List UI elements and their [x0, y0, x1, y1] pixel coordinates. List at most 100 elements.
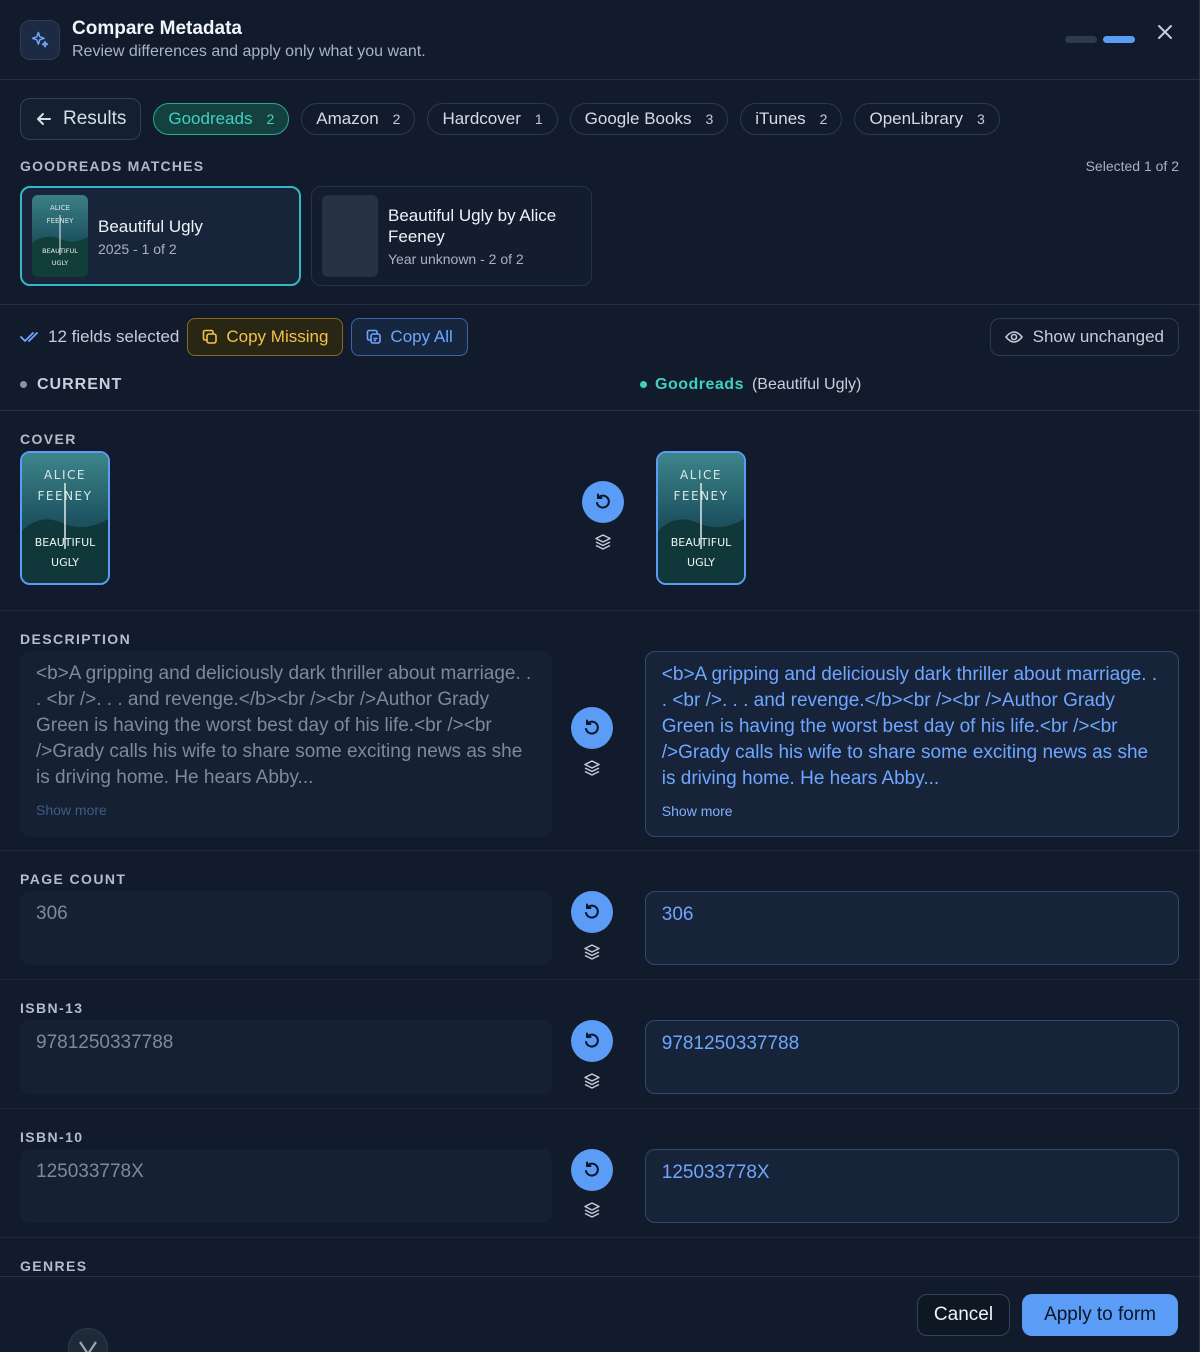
- match-title: Beautiful Ugly by Alice Feeney: [388, 206, 557, 246]
- source-name: Goodreads: [655, 375, 744, 393]
- fields-selected-text: 12 fields selected: [48, 327, 180, 346]
- copy-all-button[interactable]: Copy All: [351, 318, 468, 356]
- svg-text:BEAUTIFUL: BEAUTIFUL: [35, 536, 96, 549]
- tab-openlibrary[interactable]: OpenLibrary 3: [854, 103, 1000, 135]
- current-isbn-10: 125033778X: [20, 1149, 553, 1223]
- svg-text:UGLY: UGLY: [51, 556, 79, 569]
- arrow-left-icon: [37, 113, 51, 125]
- dialog-subtitle: Review differences and apply only what y…: [72, 43, 426, 60]
- match-meta: Year unknown - 2 of 2: [388, 251, 524, 267]
- tab-count: 3: [977, 111, 985, 127]
- layers-icon[interactable]: [583, 1201, 601, 1219]
- close-icon[interactable]: [1153, 20, 1177, 44]
- actions-toolbar: 12 fields selected Copy Missing Copy All…: [0, 305, 1199, 369]
- tab-itunes[interactable]: iTunes 2: [740, 103, 843, 135]
- current-page-count: 306: [20, 891, 553, 965]
- field-label: DESCRIPTION: [20, 631, 132, 647]
- page-count-actions: [556, 891, 629, 961]
- isbn-10-actions: [556, 1149, 629, 1219]
- new-page-count[interactable]: 306: [644, 891, 1179, 965]
- tab-label: iTunes: [755, 109, 806, 128]
- field-page-count: PAGE COUNT 306 306: [0, 851, 1199, 980]
- tab-hardcover[interactable]: Hardcover 1: [427, 103, 558, 135]
- eye-icon: [1004, 331, 1023, 343]
- layers-icon[interactable]: [583, 1072, 601, 1090]
- revert-isbn-13-button[interactable]: [571, 1020, 614, 1062]
- new-cover-column: ALICE FEENEY BEAUTIFUL UGLY: [656, 451, 746, 585]
- dialog-footer: Cancel Apply to form: [0, 1276, 1199, 1352]
- tab-count: 2: [392, 111, 401, 127]
- show-more-link[interactable]: Show more: [662, 798, 733, 824]
- tab-count: 3: [705, 111, 714, 127]
- new-description[interactable]: <b>A gripping and deliciously dark thril…: [644, 651, 1179, 837]
- svg-text:UGLY: UGLY: [52, 259, 69, 267]
- current-column-header: CURRENT: [20, 376, 640, 394]
- undo-icon: [585, 1032, 600, 1048]
- undo-icon: [585, 903, 600, 919]
- new-cover-image[interactable]: ALICE FEENEY BEAUTIFUL UGLY: [656, 451, 746, 585]
- tab-google-books[interactable]: Google Books 3: [569, 103, 729, 135]
- match-title: Beautiful Ugly: [98, 216, 203, 236]
- undo-icon: [585, 719, 600, 735]
- fields-selected-indicator: 12 fields selected: [20, 327, 179, 347]
- tab-label: Hardcover: [442, 109, 521, 128]
- matches-heading: GOODREADS MATCHES: [20, 158, 205, 174]
- field-isbn-13: ISBN-13 9781250337788 9781250337788: [0, 980, 1199, 1109]
- field-label: GENRES: [20, 1258, 88, 1274]
- revert-cover-button[interactable]: [582, 481, 624, 523]
- tab-count: 1: [534, 111, 543, 127]
- source-book: (Beautiful Ugly): [751, 375, 862, 393]
- field-cover: COVER ALICE FEENEY BEAUTIFUL UGLY ALICE …: [0, 411, 1199, 611]
- source-tabs: Results Goodreads 2 Amazon 2 Hardcover 1…: [0, 80, 1199, 140]
- compare-metadata-dialog: Compare Metadata Review differences and …: [0, 0, 1200, 1352]
- status-dot: [20, 381, 27, 388]
- new-isbn-13[interactable]: 9781250337788: [644, 1020, 1179, 1094]
- match-list: ALICE FEENEY BEAUTIFUL UGLY Beautiful Ug…: [0, 186, 1199, 305]
- step-2: [1103, 36, 1135, 43]
- undo-icon: [585, 1161, 600, 1177]
- double-check-icon: [20, 332, 38, 342]
- cover-actions: [566, 451, 640, 551]
- match-card[interactable]: Beautiful Ugly by Alice Feeney Year unkn…: [311, 186, 592, 286]
- show-more-link[interactable]: Show more: [36, 797, 107, 823]
- current-description-text: <b>A gripping and deliciously dark thril…: [36, 663, 532, 788]
- copy-icon: [203, 329, 218, 344]
- copy-missing-button[interactable]: Copy Missing: [187, 318, 344, 356]
- svg-text:FEENEY: FEENEY: [674, 489, 729, 503]
- selected-count: Selected 1 of 2: [1085, 158, 1179, 174]
- dialog-title: Compare Metadata: [72, 18, 242, 39]
- copy-all-icon: [367, 329, 382, 344]
- copy-all-label: Copy All: [390, 327, 453, 346]
- app-logo-icon[interactable]: [68, 1328, 108, 1352]
- tab-amazon[interactable]: Amazon 2: [301, 103, 416, 135]
- layers-icon[interactable]: [583, 759, 601, 777]
- book-cover-placeholder: [322, 195, 378, 277]
- layers-icon[interactable]: [594, 533, 612, 551]
- copy-missing-label: Copy Missing: [226, 327, 329, 346]
- svg-text:BEAUTIFUL: BEAUTIFUL: [671, 536, 732, 549]
- tab-goodreads[interactable]: Goodreads 2: [153, 103, 290, 135]
- match-card[interactable]: ALICE FEENEY BEAUTIFUL UGLY Beautiful Ug…: [20, 186, 301, 286]
- current-isbn-13: 9781250337788: [20, 1020, 553, 1094]
- cancel-button[interactable]: Cancel: [916, 1293, 1011, 1336]
- undo-icon: [596, 493, 610, 509]
- layers-icon[interactable]: [583, 943, 601, 961]
- show-unchanged-button[interactable]: Show unchanged: [989, 318, 1179, 356]
- svg-text:BEAUTIFUL: BEAUTIFUL: [42, 247, 78, 255]
- tab-label: Goodreads: [168, 109, 253, 128]
- tab-label: Google Books: [584, 109, 692, 128]
- show-unchanged-label: Show unchanged: [1032, 327, 1164, 346]
- revert-isbn-10-button[interactable]: [571, 1149, 614, 1191]
- apply-to-form-button[interactable]: Apply to form: [1022, 1293, 1178, 1336]
- current-description: <b>A gripping and deliciously dark thril…: [20, 651, 553, 837]
- field-label: COVER: [20, 431, 77, 447]
- sparkles-icon: [20, 19, 60, 60]
- revert-description-button[interactable]: [571, 707, 614, 749]
- matches-header: GOODREADS MATCHES Selected 1 of 2: [0, 156, 1199, 176]
- current-cover-image[interactable]: ALICE FEENEY BEAUTIFUL UGLY: [20, 451, 110, 585]
- revert-page-count-button[interactable]: [571, 891, 614, 933]
- source-dot: [640, 381, 647, 388]
- field-description: DESCRIPTION <b>A gripping and deliciousl…: [0, 611, 1199, 851]
- new-isbn-10[interactable]: 125033778X: [644, 1149, 1179, 1223]
- back-to-results-button[interactable]: Results: [20, 98, 142, 140]
